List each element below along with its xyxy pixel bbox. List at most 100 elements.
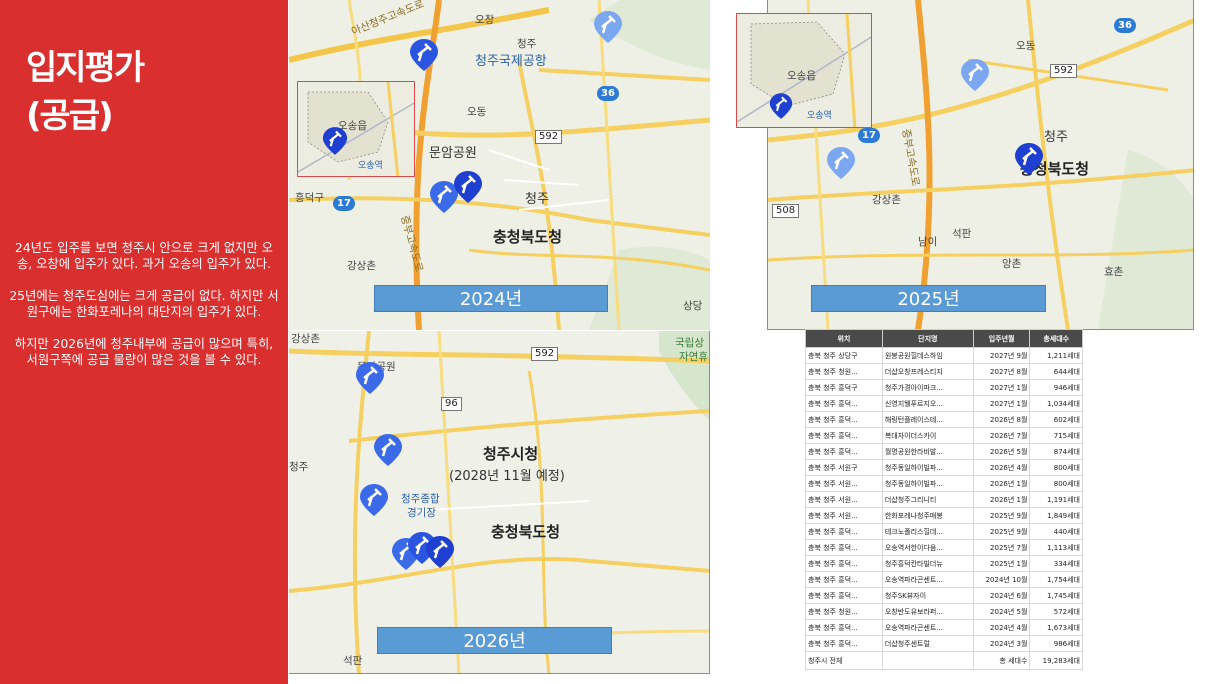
hammer-pin-icon[interactable] <box>409 38 439 72</box>
cell-units: 715세대 <box>1029 427 1083 444</box>
cell-units: 1,211세대 <box>1029 347 1083 364</box>
cell-units: 874세대 <box>1029 443 1083 460</box>
cell-complex: 더샵청주그리니티 <box>881 491 974 508</box>
road-592: 592 <box>1050 64 1078 78</box>
cell-units: 1,745세대 <box>1029 587 1083 604</box>
hammer-pin-icon[interactable] <box>769 92 793 120</box>
cell-location: 충북 청주 청원... <box>805 363 883 380</box>
cell-total-empty <box>881 651 974 670</box>
table-row: 충북 청주 흥덕... 해링턴플레이스테... 2026년 8월 602세대 <box>805 411 1083 428</box>
cell-location: 충북 청주 상당구 <box>805 347 883 364</box>
cell-complex: 월명공원한라비발... <box>881 443 974 460</box>
label-natpark-line1: 국립상 <box>675 337 704 349</box>
label-heungdeok: 흥덕구 <box>295 192 324 204</box>
label-natpark-line2: 자연휴 <box>679 351 708 363</box>
shield-36: 36 <box>597 86 619 101</box>
cell-move-in: 2027년 8월 <box>972 363 1031 380</box>
label-cheongju-left: 청주 <box>289 461 309 473</box>
cell-move-in: 2024년 5월 <box>972 603 1031 620</box>
cell-complex: 청주가경아이파크... <box>881 379 974 396</box>
map-2026[interactable]: 문암공원 청주시청 (2028년 11월 예정) 청주종합 경기장 충청북도청 … <box>289 331 710 674</box>
description-2024: 24년도 입주를 보면 청주시 안으로 크게 없지만 오송, 오창에 입주가 있… <box>15 241 273 271</box>
label-seokpan: 석판 <box>343 655 363 667</box>
cell-total-label: 청주시 전체 <box>805 651 883 670</box>
hammer-pin-icon[interactable] <box>359 483 389 517</box>
inset-osong-2024[interactable]: 오송읍 오송역 <box>297 81 415 177</box>
road-592: 592 <box>535 130 563 144</box>
cell-total-count-label: 총 세대수 <box>972 651 1031 670</box>
hammer-pin-icon[interactable] <box>593 10 623 44</box>
supply-table: 위치 단지명 입주년월 총세대수 충북 청주 상당구 원봉공원힐데스하임 2027년… <box>805 329 1083 670</box>
cell-move-in: 2026년 1월 <box>972 491 1031 508</box>
cell-complex: 오창반도유보라퍼... <box>881 603 974 620</box>
description-2026: 하지만 2026년에 청주내부에 공급이 많으며 특히, 서원구쪽에 공급 물량… <box>14 337 274 367</box>
inset-osong-2025[interactable]: 오송읍 오송역 <box>736 13 872 128</box>
cell-units: 1,673세대 <box>1029 619 1083 636</box>
cell-move-in: 2026년 4월 <box>972 459 1031 476</box>
table-row: 충북 청주 서원... 청주동일하이빌파... 2026년 1월 800세대 <box>805 475 1083 492</box>
hammer-pin-icon[interactable] <box>453 170 483 204</box>
label-gangsangchon: 강상촌 <box>347 260 376 272</box>
label-stadium-line2: 경기장 <box>407 507 436 519</box>
cell-location: 충북 청주 흥덕... <box>805 635 883 652</box>
cell-complex: 해링턴플레이스테... <box>881 411 974 428</box>
table-row: 충북 청주 흥덕... 청주흥덕칸타빌더뉴 2025년 1월 334세대 <box>805 555 1083 572</box>
cell-complex: 원봉공원힐데스하임 <box>881 347 974 364</box>
table-row: 충북 청주 청원... 오창반도유보라퍼... 2024년 5월 572세대 <box>805 603 1083 620</box>
label-cheongju: 청주 <box>525 192 549 207</box>
table-total-row: 청주시 전체 총 세대수 19,283세대 <box>805 651 1083 670</box>
cell-complex: 청주동일하이빌파... <box>881 459 974 476</box>
inset-label-osong-eup: 오송읍 <box>787 70 816 82</box>
table-row: 충북 청주 흥덕... 청주SK뷰자이 2024년 6월 1,745세대 <box>805 587 1083 604</box>
table-row: 충북 청주 흥덕구 청주가경아이파크... 2027년 1월 946세대 <box>805 379 1083 396</box>
left-panel: 입지평가 (공급) 24년도 입주를 보면 청주시 안으로 크게 없지만 오송,… <box>0 0 288 684</box>
road-508: 508 <box>772 204 800 218</box>
cell-location: 충북 청주 서원... <box>805 475 883 492</box>
column-header-units[interactable]: 총세대수 <box>1029 329 1083 348</box>
cell-complex: 복대자이더스카이 <box>881 427 974 444</box>
hammer-pin-icon[interactable] <box>1014 142 1044 176</box>
cell-location: 충북 청주 흥덕... <box>805 395 883 412</box>
cell-units: 602세대 <box>1029 411 1083 428</box>
cell-units: 440세대 <box>1029 523 1083 540</box>
cell-location: 충북 청주 흥덕... <box>805 427 883 444</box>
label-airport: 청주국제공항 <box>475 54 547 69</box>
cell-location: 충북 청주 서원... <box>805 491 883 508</box>
cell-move-in: 2024년 4월 <box>972 619 1031 636</box>
cell-move-in: 2024년 10월 <box>972 571 1031 588</box>
inset-label-osong-station: 오송역 <box>358 161 383 171</box>
cell-complex: 오송역파라곤센트... <box>881 571 974 588</box>
road-592: 592 <box>531 347 559 361</box>
label-seokpan: 석판 <box>952 228 972 240</box>
cell-move-in: 2025년 7월 <box>972 539 1031 556</box>
cell-location: 충북 청주 흥덕... <box>805 619 883 636</box>
table-row: 충북 청주 흥덕... 더샵청주센트럴 2024년 3월 986세대 <box>805 635 1083 652</box>
shield-36: 36 <box>1114 18 1136 33</box>
column-header-complex[interactable]: 단지명 <box>881 329 974 348</box>
label-sangdang: 상당 <box>683 300 703 312</box>
cell-complex: 더샵청주센트럴 <box>881 635 974 652</box>
hammer-pin-icon[interactable] <box>322 126 348 156</box>
label-hyochon: 효촌 <box>1104 266 1124 278</box>
hammer-pin-icon[interactable] <box>355 361 385 395</box>
cell-units: 800세대 <box>1029 475 1083 492</box>
cell-units: 1,113세대 <box>1029 539 1083 556</box>
cell-complex: 신영지웰푸르지오... <box>881 395 974 412</box>
year-label-2024: 2024년 <box>374 285 608 312</box>
table-row: 충북 청주 서원... 더샵청주그리니티 2026년 1월 1,191세대 <box>805 491 1083 508</box>
cell-units: 1,754세대 <box>1029 571 1083 588</box>
description-2025: 25년에는 청주도심에는 크게 공급이 없다. 하지만 서원구에는 한화포레나의… <box>9 289 279 319</box>
hammer-pin-icon[interactable] <box>373 433 403 467</box>
column-header-move-in[interactable]: 입주년월 <box>972 329 1031 348</box>
table-row: 충북 청주 서원구 청주동일하이빌파... 2026년 4월 800세대 <box>805 459 1083 476</box>
cell-units: 572세대 <box>1029 603 1083 620</box>
cell-location: 충북 청주 흥덕구 <box>805 379 883 396</box>
cell-units: 644세대 <box>1029 363 1083 380</box>
column-header-location[interactable]: 위치 <box>805 329 883 348</box>
hammer-pin-icon[interactable] <box>826 146 856 180</box>
cell-location: 충북 청주 서원... <box>805 507 883 524</box>
cell-units: 986세대 <box>1029 635 1083 652</box>
hammer-pin-icon[interactable] <box>425 535 455 569</box>
description: 24년도 입주를 보면 청주시 안으로 크게 없지만 오송, 오창에 입주가 있… <box>8 240 280 384</box>
hammer-pin-icon[interactable] <box>960 58 990 92</box>
